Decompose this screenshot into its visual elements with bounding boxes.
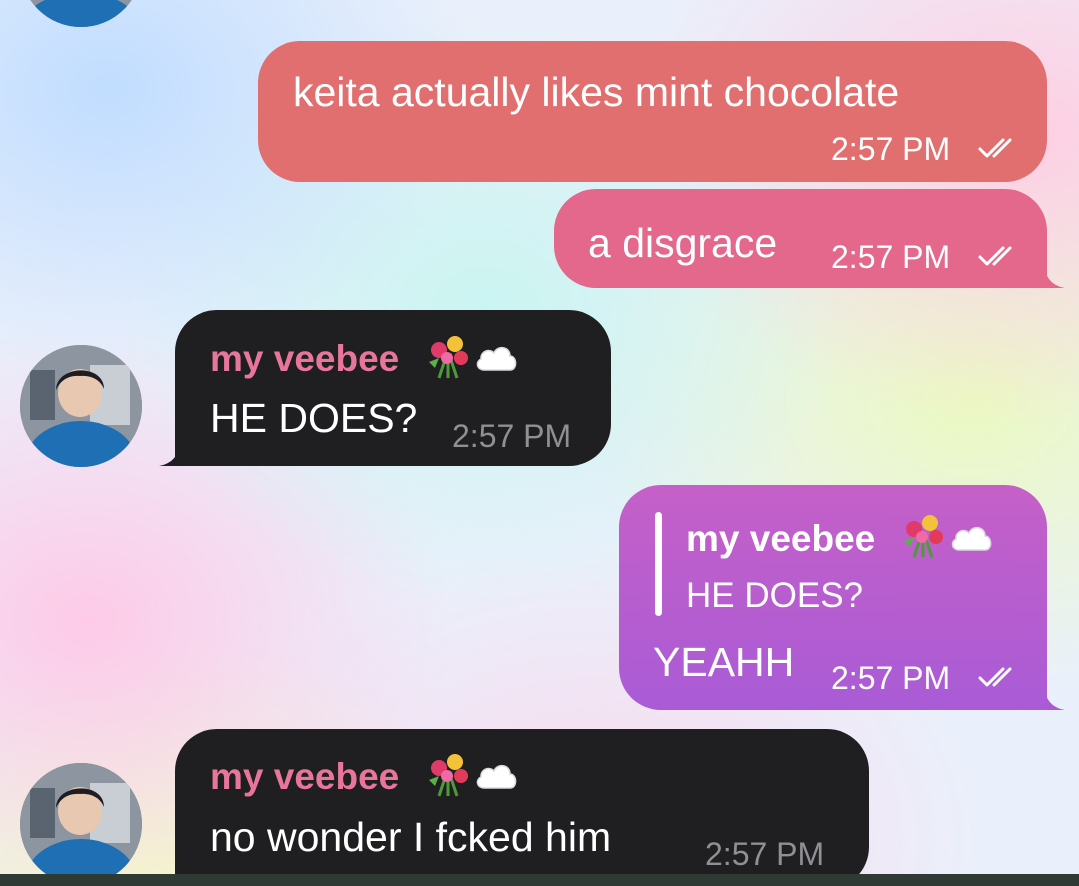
double-check-icon [978, 666, 1018, 688]
cloud-icon [474, 758, 518, 790]
reply-text: HE DOES? [686, 576, 863, 615]
sender-name[interactable]: my veebee [210, 758, 399, 795]
message-time: 2:57 PM [831, 131, 951, 167]
bubble-tail [1045, 266, 1067, 288]
bubble-tail [1045, 688, 1067, 710]
message-text: HE DOES? [210, 395, 418, 441]
double-check-icon [978, 137, 1018, 159]
double-check-icon [978, 245, 1018, 267]
input-bar-edge [0, 874, 1079, 886]
message-text: YEAHH [653, 639, 795, 685]
message-time: 2:57 PM [452, 418, 572, 454]
bouquet-icon [425, 334, 471, 380]
bubble-tail [157, 444, 179, 466]
cloud-icon [474, 340, 518, 372]
bouquet-icon [900, 513, 946, 559]
message-time: 2:57 PM [705, 836, 825, 872]
reply-quote-bar [655, 512, 662, 616]
cloud-icon [949, 520, 993, 552]
avatar[interactable] [20, 345, 142, 467]
message-text: no wonder I fcked him [210, 814, 612, 860]
message-time: 2:57 PM [831, 660, 951, 696]
sender-name[interactable]: my veebee [210, 340, 399, 377]
bouquet-icon [425, 752, 471, 798]
message-text: keita actually likes mint chocolate [293, 69, 900, 115]
message-text: a disgrace [588, 220, 778, 266]
reply-sender-name[interactable]: my veebee [686, 520, 875, 557]
avatar[interactable] [20, 0, 142, 27]
avatar[interactable] [20, 763, 142, 885]
message-time: 2:57 PM [831, 239, 951, 275]
